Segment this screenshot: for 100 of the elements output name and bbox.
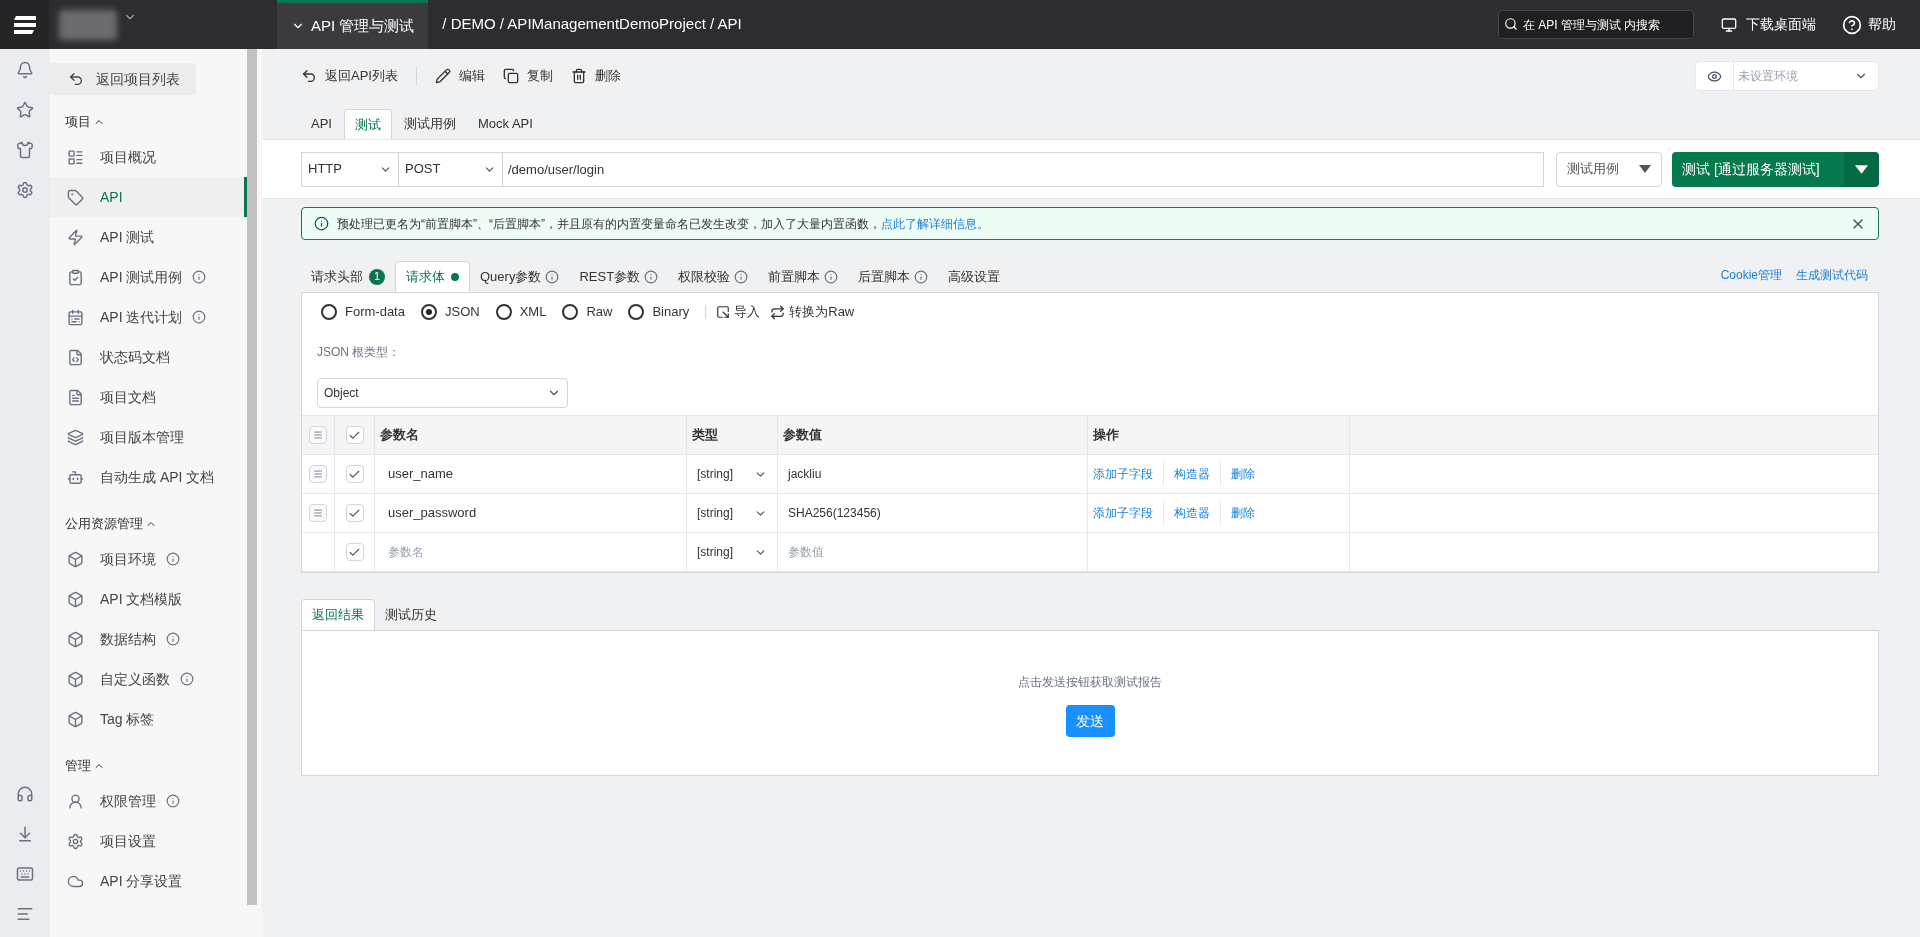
convert-button[interactable]: 转换为Raw <box>770 302 855 322</box>
test-dropdown-button[interactable] <box>1844 151 1879 187</box>
radio-button[interactable] <box>562 304 579 320</box>
row-action-link[interactable]: 构造器 <box>1174 504 1210 522</box>
tab[interactable]: 测试 <box>343 109 392 139</box>
tab[interactable]: 测试用例 <box>393 109 466 139</box>
url-field[interactable]: /demo/user/login <box>503 151 1544 187</box>
drag-handle[interactable] <box>309 426 327 444</box>
sidebar-item[interactable]: 权限管理 <box>50 781 247 821</box>
drag-handle[interactable] <box>309 504 327 522</box>
protocol-select[interactable]: HTTP <box>301 151 399 187</box>
sidebar-item[interactable]: API 测试 <box>50 217 247 257</box>
sidebar-item[interactable]: 项目设置 <box>50 821 247 861</box>
tab[interactable]: API <box>301 109 342 139</box>
request-tab[interactable]: 请求体 <box>395 261 470 292</box>
request-tab[interactable]: 权限校验 <box>668 261 759 292</box>
request-tab[interactable]: 后置脚本 <box>848 261 939 292</box>
radio-button[interactable] <box>420 304 437 320</box>
star-icon[interactable] <box>16 101 34 119</box>
shirt-icon[interactable] <box>16 141 34 159</box>
download-button[interactable]: 下载桌面端 <box>1720 14 1816 35</box>
sidebar-item[interactable]: 项目环境 <box>50 539 247 579</box>
format-label[interactable]: Form-data <box>345 302 405 322</box>
request-tab[interactable]: 高级设置 <box>938 261 1011 292</box>
sidebar-item[interactable]: 自动生成 API 文档 <box>50 457 247 497</box>
bolt-icon <box>67 228 84 246</box>
back-to-projects-button[interactable]: 返回项目列表 <box>50 63 196 95</box>
sidebar-item[interactable]: Tag 标签 <box>50 699 247 739</box>
sidebar-item[interactable]: 自定义函数 <box>50 659 247 699</box>
sidebar-item[interactable]: API 迭代计划 <box>50 297 247 337</box>
drag-handle[interactable] <box>309 465 327 483</box>
type-select[interactable]: [string] <box>687 455 778 494</box>
request-tab[interactable]: REST参数 <box>569 261 669 292</box>
logo-icon[interactable] <box>11 14 38 35</box>
search-field[interactable]: 在 API 管理与测试 内搜索 <box>1498 10 1694 39</box>
row-action-link[interactable]: 删除 <box>1231 465 1255 483</box>
section-header[interactable]: 管理 <box>50 751 247 781</box>
toolbar-button[interactable]: 复制 <box>502 66 553 86</box>
scrollbar-thumb[interactable] <box>247 49 257 905</box>
settings-icon[interactable] <box>16 181 34 199</box>
module-tab[interactable]: API 管理与测试 <box>277 0 429 49</box>
checkbox[interactable] <box>345 504 364 522</box>
section-header[interactable]: 项目 <box>50 107 247 137</box>
toolbar-button[interactable]: 删除 <box>570 66 621 86</box>
help-button[interactable]: 帮助 <box>1842 14 1896 35</box>
checkbox[interactable] <box>345 426 364 444</box>
sidebar-item[interactable]: API 测试用例 <box>50 257 247 297</box>
download-icon[interactable] <box>16 825 34 843</box>
row-action-link[interactable]: 构造器 <box>1174 465 1210 483</box>
result-tab[interactable]: 返回结果 <box>301 599 375 630</box>
param-name[interactable]: user_name <box>388 464 454 484</box>
checkbox[interactable] <box>345 543 364 561</box>
toolbar-button[interactable]: 返回API列表 <box>301 66 398 86</box>
type-select[interactable]: [string] <box>687 494 778 533</box>
row-action-link[interactable]: 删除 <box>1231 504 1255 522</box>
column-header: 参数值 <box>778 415 1088 455</box>
sidebar-item[interactable]: API 分享设置 <box>50 861 247 901</box>
test-case-select[interactable]: 测试用例 <box>1556 151 1662 187</box>
bell-icon[interactable] <box>16 61 34 79</box>
header-link[interactable]: Cookie管理 <box>1720 266 1782 284</box>
result-tab[interactable]: 测试历史 <box>375 599 447 630</box>
request-tab[interactable]: Query参数 <box>470 261 570 292</box>
param-value-field[interactable]: 参数值 <box>788 543 1077 561</box>
import-button[interactable]: 导入 <box>716 302 761 322</box>
keyboard-icon[interactable] <box>16 865 34 883</box>
row-action-link[interactable]: 添加子字段 <box>1093 465 1153 483</box>
param-name-field[interactable]: 参数名 <box>388 543 673 561</box>
sidebar-item[interactable]: 状态码文档 <box>50 337 247 377</box>
headset-icon[interactable] <box>16 785 34 803</box>
format-label[interactable]: Raw <box>586 302 613 322</box>
format-label[interactable]: Binary <box>652 302 690 322</box>
toolbar-button[interactable]: 编辑 <box>434 66 485 86</box>
param-value[interactable]: jackliu <box>788 465 822 483</box>
root-type-select[interactable]: Object <box>317 378 568 408</box>
row-action-link[interactable]: 添加子字段 <box>1093 504 1153 522</box>
tab[interactable]: Mock API <box>467 109 543 139</box>
sidebar-item[interactable]: API 文档模版 <box>50 579 247 619</box>
request-tab[interactable]: 请求头部 1 <box>301 261 395 292</box>
format-label[interactable]: JSON <box>444 302 480 322</box>
info-icon <box>192 310 207 324</box>
format-label[interactable]: XML <box>519 302 547 322</box>
sidebar-item[interactable]: 数据结构 <box>50 619 247 659</box>
sidebar-item[interactable]: 项目版本管理 <box>50 417 247 457</box>
menu-icon[interactable] <box>16 905 34 923</box>
sidebar-item[interactable]: API <box>50 177 247 217</box>
method-select[interactable]: POST <box>399 151 503 187</box>
radio-button[interactable] <box>321 304 337 320</box>
details-link[interactable]: 点此了解详细信息。 <box>881 216 989 231</box>
request-tab[interactable]: 前置脚本 <box>758 261 849 292</box>
param-name[interactable]: user_password <box>388 503 477 523</box>
radio-button[interactable] <box>628 304 645 320</box>
type-select[interactable]: [string] <box>687 533 778 572</box>
param-value[interactable]: SHA256(123456) <box>788 504 881 522</box>
test-button[interactable]: 测试 [通过服务器测试] <box>1672 151 1844 187</box>
checkbox[interactable] <box>345 465 364 483</box>
radio-button[interactable] <box>495 304 512 320</box>
sidebar-item[interactable]: 项目概况 <box>50 137 247 177</box>
sidebar-item[interactable]: 项目文档 <box>50 377 247 417</box>
header-link[interactable]: 生成测试代码 <box>1796 266 1868 284</box>
section-header[interactable]: 公用资源管理 <box>50 509 247 539</box>
